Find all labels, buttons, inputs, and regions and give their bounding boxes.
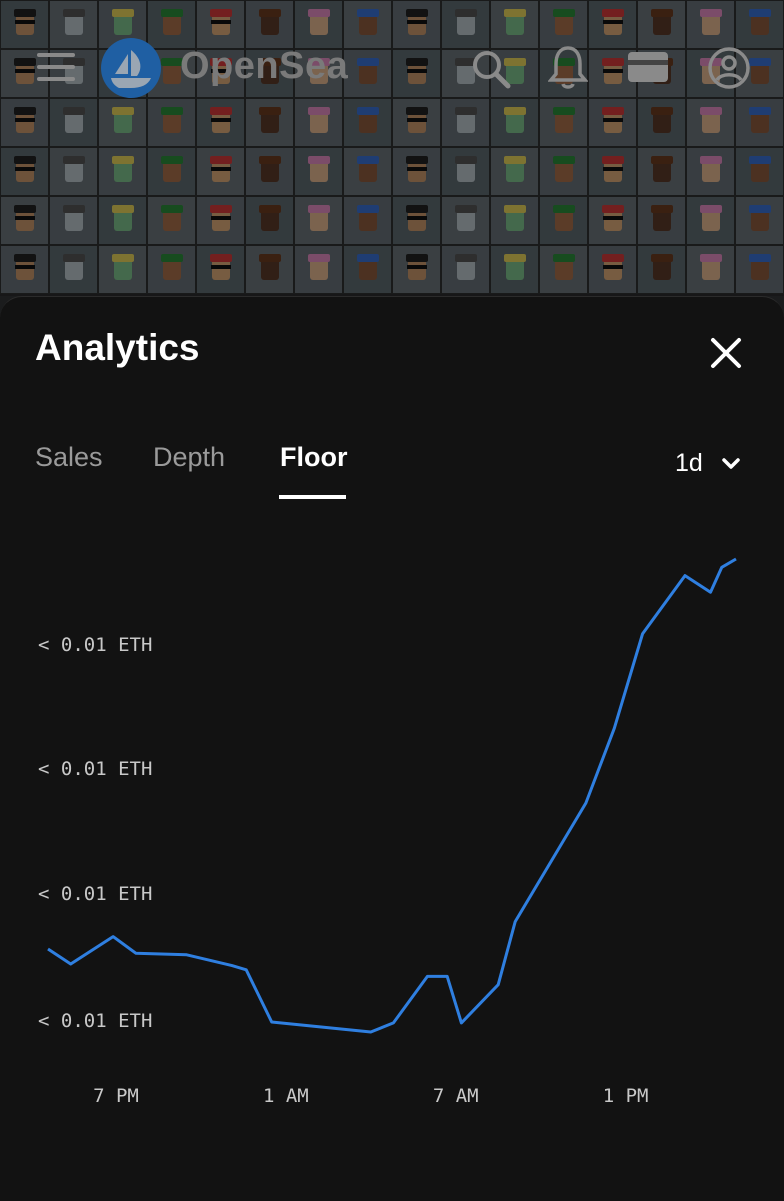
account-icon[interactable] [707, 46, 751, 90]
analytics-tabs: Sales Depth Floor [0, 442, 784, 502]
tab-floor[interactable]: Floor [280, 442, 348, 473]
x-tick-label: 1 PM [603, 1085, 649, 1107]
wallet-icon[interactable] [626, 50, 670, 84]
search-icon[interactable] [470, 48, 514, 92]
time-range-select[interactable]: 1d [675, 449, 741, 478]
x-tick-label: 7 AM [433, 1085, 479, 1107]
bell-icon[interactable] [547, 44, 589, 90]
analytics-sheet: Analytics Sales Depth Floor 1d < 0.01 ET… [0, 296, 784, 1201]
x-tick-label: 7 PM [93, 1085, 139, 1107]
time-range-value: 1d [675, 449, 703, 477]
y-tick-label: < 0.01 ETH [38, 758, 152, 780]
floor-price-line[interactable] [47, 557, 737, 1034]
y-tick-label: < 0.01 ETH [38, 634, 152, 656]
floor-price-chart: < 0.01 ETH < 0.01 ETH < 0.01 ETH < 0.01 ETH… [38, 557, 737, 1107]
y-tick-label: < 0.01 ETH [38, 1010, 152, 1032]
tab-depth[interactable]: Depth [153, 442, 225, 473]
brand-name[interactable]: OpenSea [180, 45, 348, 88]
chevron-down-icon [722, 457, 740, 469]
sheet-title: Analytics [35, 327, 200, 368]
active-tab-indicator [279, 495, 346, 499]
close-icon[interactable] [706, 333, 746, 373]
x-tick-label: 1 AM [263, 1085, 309, 1107]
menu-icon[interactable] [37, 53, 75, 81]
tab-sales[interactable]: Sales [35, 442, 103, 473]
opensea-logo-icon[interactable] [101, 38, 161, 98]
y-tick-label: < 0.01 ETH [38, 883, 152, 905]
